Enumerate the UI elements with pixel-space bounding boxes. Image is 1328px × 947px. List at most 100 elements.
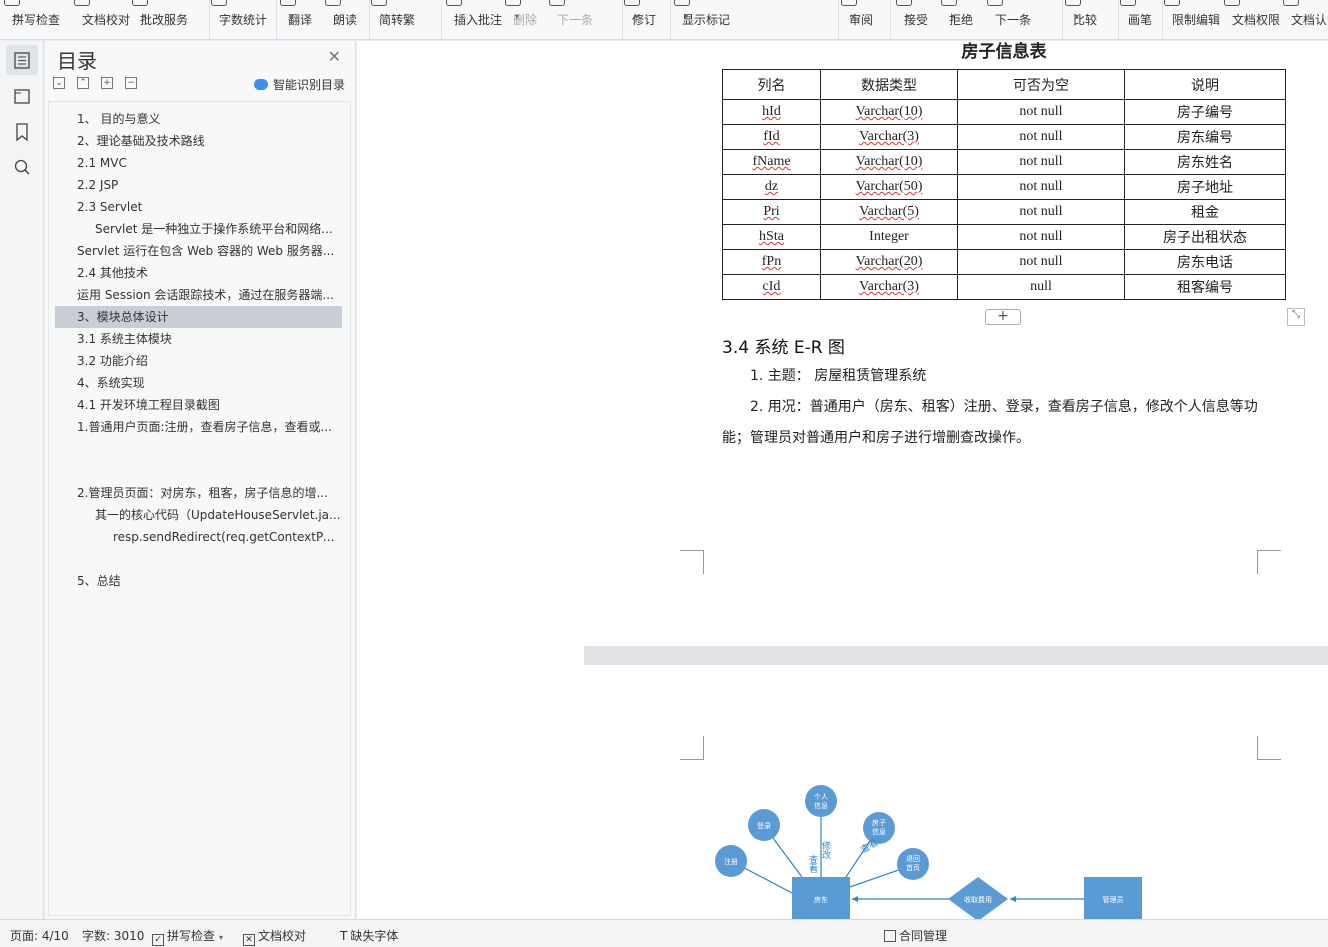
toolbar-icon — [1120, 0, 1136, 6]
table-row: Pri Varchar(5) not null 租金 — [722, 199, 1286, 225]
proofread-toggle[interactable]: ✕ 文档校对 — [243, 927, 306, 946]
toc-item[interactable]: 4.1 开发环境工程目录截图 — [55, 394, 342, 416]
close-icon[interactable]: ✕ — [328, 47, 341, 66]
toc-item[interactable]: 3、模块总体设计 — [55, 306, 342, 328]
table-cell[interactable]: not null — [957, 99, 1125, 125]
word-count[interactable]: 字数: 3010 — [82, 927, 144, 944]
toolbar-icon — [1224, 0, 1240, 6]
missing-font-label: 缺失字体 — [350, 929, 399, 943]
table-cell[interactable]: Integer — [820, 224, 958, 250]
toc-item[interactable]: 1、 目的与意义 — [55, 108, 342, 130]
add-row-button[interactable]: + — [985, 309, 1021, 325]
missing-font-button[interactable]: T 缺失字体 — [340, 927, 398, 944]
house-info-table[interactable]: 列名 数据类型 可否为空 说明 hId Varchar(10) not null 房子编号 f… — [722, 69, 1286, 300]
toc-item[interactable]: 2、理论基础及技术路线 — [55, 130, 342, 152]
font-icon: T — [340, 929, 348, 943]
toolbar-button-label: 限制编辑 — [1172, 13, 1221, 27]
toc-item[interactable]: 4、系统实现 — [55, 372, 342, 394]
table-cell[interactable]: Varchar(10) — [820, 149, 958, 175]
table-row: cId Varchar(3) null 租客编号 — [722, 274, 1286, 300]
collapse-all-icon[interactable]: ⌄ — [53, 77, 65, 89]
table-cell[interactable]: hId — [722, 99, 821, 125]
smart-toc-label: 智能识别目录 — [272, 78, 345, 92]
table-cell[interactable]: Pri — [722, 199, 821, 225]
table-cell[interactable]: 租客编号 — [1124, 274, 1286, 300]
search-icon[interactable] — [6, 152, 38, 182]
toc-item[interactable]: 其一的核心代码（UpdateHouseServlet.ja... — [55, 504, 342, 526]
toc-item[interactable]: 2.2 JSP — [55, 174, 342, 196]
toc-item[interactable]: resp.sendRedirect(req.getContextPat... — [55, 526, 342, 548]
table-cell-text: hId — [762, 104, 781, 119]
table-cell[interactable]: fName — [722, 149, 821, 175]
table-cell[interactable]: not null — [957, 149, 1125, 175]
caret-icon: ▾ — [634, 12, 639, 21]
toc-item[interactable]: 3.2 功能介绍 — [55, 350, 342, 372]
toolbar-button-label: 朗读 — [333, 13, 358, 27]
table-cell[interactable]: 房东编号 — [1124, 124, 1286, 150]
spell-check-toggle[interactable]: ✓ 拼写检查 ▾ — [152, 927, 223, 946]
resize-table-icon[interactable]: ⤡ — [1287, 308, 1305, 326]
toc-item[interactable]: Servlet 运行在包含 Web 容器的 Web 服务器... — [55, 240, 342, 262]
toc-item[interactable]: 5、总结 — [55, 570, 342, 592]
expand-up-icon[interactable]: ⌃ — [77, 77, 89, 89]
navigation-pane-icon[interactable] — [6, 81, 38, 111]
toc-item[interactable]: 2.4 其他技术 — [55, 262, 342, 284]
table-cell[interactable]: not null — [957, 124, 1125, 150]
table-cell[interactable]: Varchar(20) — [820, 249, 958, 275]
table-cell[interactable]: not null — [957, 174, 1125, 200]
page-indicator[interactable]: 页面: 4/10 — [10, 927, 69, 944]
table-cell-text: Varchar(3) — [859, 129, 919, 144]
table-cell[interactable]: 房子出租状态 — [1124, 224, 1286, 250]
caret-icon: ▾ — [684, 12, 689, 21]
toolbar-icon — [841, 0, 857, 6]
table-cell[interactable]: 房子地址 — [1124, 174, 1286, 200]
toolbar-button-label: 文档认证 — [1291, 13, 1328, 27]
table-cell[interactable]: Varchar(3) — [820, 124, 958, 150]
spell-check-label: 拼写检查 — [167, 929, 216, 943]
table-cell-text: Varchar(3) — [859, 279, 919, 294]
er-attr-house: 房子 — [872, 818, 886, 827]
table-title: 房子信息表 — [961, 42, 1047, 62]
table-cell[interactable]: fId — [722, 124, 821, 150]
toc-item[interactable]: 2.3 Servlet — [55, 196, 342, 218]
toc-item[interactable]: Servlet 是一种独立于操作系统平台和网络... — [55, 218, 342, 240]
smart-toc-button[interactable]: 智能识别目录 — [253, 76, 345, 93]
remove-heading-icon[interactable]: − — [125, 77, 137, 89]
table-cell[interactable]: not null — [957, 224, 1125, 250]
table-cell[interactable]: Varchar(3) — [820, 274, 958, 300]
table-cell[interactable]: hSta — [722, 224, 821, 250]
bookmark-icon[interactable] — [6, 117, 38, 147]
table-cell[interactable]: 房东姓名 — [1124, 149, 1286, 175]
table-cell[interactable]: dz — [722, 174, 821, 200]
table-cell[interactable]: not null — [957, 249, 1125, 275]
add-heading-icon[interactable]: + — [101, 77, 113, 89]
toolbar-icon — [4, 0, 20, 6]
toolbar-button-label: 下一条 — [557, 13, 594, 27]
toc-panel-icon[interactable] — [6, 45, 38, 75]
toc-item[interactable]: 2.管理员页面：对房东，租客，房子信息的增... — [55, 482, 342, 504]
toc-item[interactable]: 2.1 MVC — [55, 152, 342, 174]
contract-manage-button[interactable]: 合同管理 — [884, 927, 947, 944]
table-cell[interactable]: Varchar(5) — [820, 199, 958, 225]
toolbar-separator — [670, 0, 671, 39]
table-cell[interactable]: cId — [722, 274, 821, 300]
table-cell[interactable]: 房东电话 — [1124, 249, 1286, 275]
table-cell[interactable]: Varchar(50) — [820, 174, 958, 200]
er-attr-personal-2: 信息 — [814, 801, 828, 810]
table-cell[interactable]: 租金 — [1124, 199, 1286, 225]
table-cell[interactable]: 房子编号 — [1124, 99, 1286, 125]
er-edge-modify: 修改 — [820, 840, 831, 860]
toolbar-button-label: 文档校对 — [82, 13, 131, 27]
table-cell[interactable]: Varchar(10) — [820, 99, 958, 125]
toolbar-separator — [890, 0, 891, 39]
toc-item[interactable]: 运用 Session 会话跟踪技术，通过在服务器端... — [55, 284, 342, 306]
toolbar-separator — [622, 0, 623, 39]
toolbar-icon — [549, 0, 565, 6]
table-cell[interactable]: not null — [957, 199, 1125, 225]
toolbar-icon — [987, 0, 1003, 6]
toc-item[interactable]: 3.1 系统主体模块 — [55, 328, 342, 350]
table-cell[interactable]: null — [957, 274, 1125, 300]
table-cell[interactable]: fPn — [722, 249, 821, 275]
toolbar-button-label: 批改服务 — [140, 13, 189, 27]
toc-item[interactable]: 1.普通用户页面:注册，查看房子信息，查看或... — [55, 416, 342, 438]
